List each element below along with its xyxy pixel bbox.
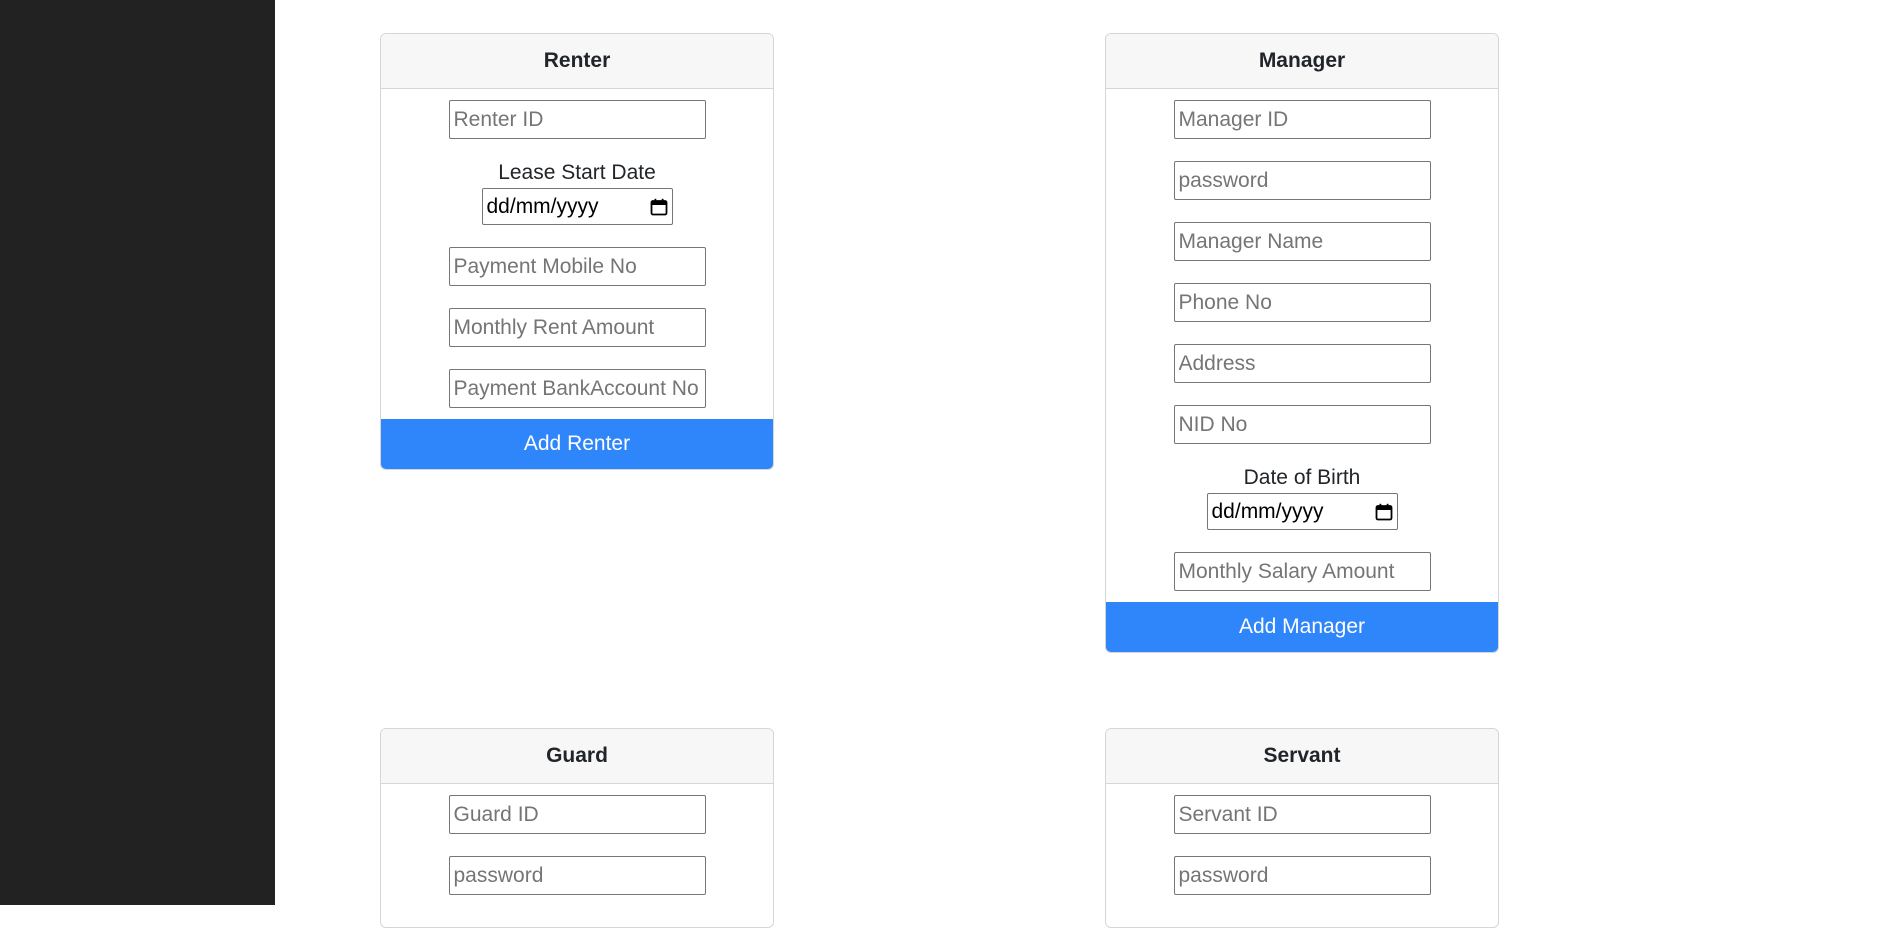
renter-id-input[interactable] bbox=[448, 100, 706, 139]
guard-form bbox=[381, 784, 773, 917]
date-of-birth-label: Date of Birth bbox=[1243, 466, 1361, 489]
date-of-birth-group: Date of Birth dd/mm/yyyy bbox=[1206, 466, 1398, 530]
guard-id-input[interactable] bbox=[448, 795, 706, 834]
monthly-rent-input[interactable] bbox=[448, 308, 706, 347]
servant-form bbox=[1106, 784, 1498, 917]
renter-card: Renter Lease Start Date dd/mm/yyyy Add R… bbox=[380, 33, 774, 470]
date-of-birth-input[interactable]: dd/mm/yyyy bbox=[1206, 493, 1398, 530]
guard-password-input[interactable] bbox=[448, 856, 706, 895]
renter-form: Lease Start Date dd/mm/yyyy bbox=[381, 89, 773, 419]
payment-bank-account-input[interactable] bbox=[448, 369, 706, 408]
servant-card-title: Servant bbox=[1106, 729, 1498, 784]
manager-address-input[interactable] bbox=[1173, 344, 1431, 383]
renter-card-title: Renter bbox=[381, 34, 773, 89]
manager-password-input[interactable] bbox=[1173, 161, 1431, 200]
sidebar bbox=[0, 0, 275, 905]
lease-start-date-value: dd/mm/yyyy bbox=[486, 194, 599, 218]
guard-card: Guard bbox=[380, 728, 774, 928]
manager-nid-input[interactable] bbox=[1173, 405, 1431, 444]
calendar-icon[interactable] bbox=[650, 198, 668, 216]
payment-mobile-input[interactable] bbox=[448, 247, 706, 286]
lease-start-date-input[interactable]: dd/mm/yyyy bbox=[481, 188, 673, 225]
manager-card-title: Manager bbox=[1106, 34, 1498, 89]
manager-phone-input[interactable] bbox=[1173, 283, 1431, 322]
lease-start-date-group: Lease Start Date dd/mm/yyyy bbox=[481, 161, 673, 225]
servant-id-input[interactable] bbox=[1173, 795, 1431, 834]
add-renter-button[interactable]: Add Renter bbox=[381, 419, 773, 469]
lease-start-date-label: Lease Start Date bbox=[498, 161, 656, 184]
add-manager-button[interactable]: Add Manager bbox=[1106, 602, 1498, 652]
monthly-salary-input[interactable] bbox=[1173, 552, 1431, 591]
manager-card: Manager Date of Birth dd/mm/yyyy Add Man… bbox=[1105, 33, 1499, 653]
date-of-birth-value: dd/mm/yyyy bbox=[1211, 499, 1324, 523]
manager-id-input[interactable] bbox=[1173, 100, 1431, 139]
guard-card-title: Guard bbox=[381, 729, 773, 784]
calendar-icon[interactable] bbox=[1375, 503, 1393, 521]
servant-password-input[interactable] bbox=[1173, 856, 1431, 895]
manager-form: Date of Birth dd/mm/yyyy bbox=[1106, 89, 1498, 602]
servant-card: Servant bbox=[1105, 728, 1499, 928]
manager-name-input[interactable] bbox=[1173, 222, 1431, 261]
